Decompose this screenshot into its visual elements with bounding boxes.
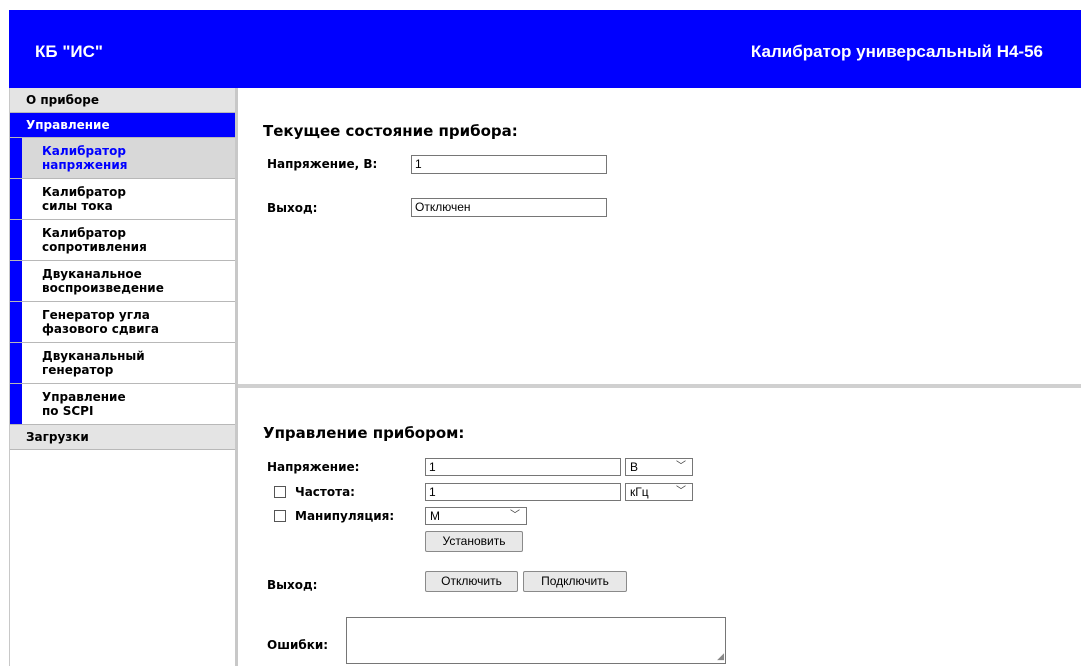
sidebar-item-resistance-calibrator[interactable]: Калибратор сопротивления	[10, 220, 235, 261]
sidebar-item-current-calibrator[interactable]: Калибратор силы тока	[10, 179, 235, 220]
chevron-down-icon: ﹀	[676, 461, 686, 472]
status-output-field: Отключен	[411, 198, 607, 217]
control-panel: Управление прибором: Напряжение: 1 В ﹀ Ча…	[241, 388, 1081, 666]
voltage-unit-select[interactable]: В ﹀	[625, 458, 693, 476]
modulation-value: М	[430, 509, 440, 523]
resize-handle-icon[interactable]: ◢	[717, 653, 724, 662]
frequency-label: Частота:	[295, 485, 355, 499]
modulation-label: Манипуляция:	[295, 509, 395, 523]
sidebar-item-dual-channel-generator[interactable]: Двуканальный генератор	[10, 343, 235, 384]
frequency-unit-select[interactable]: кГц ﹀	[625, 483, 693, 501]
set-button[interactable]: Установить	[425, 531, 523, 552]
control-title: Управление прибором:	[263, 424, 465, 442]
sidebar-item-scpi-control[interactable]: Управление по SCPI	[10, 384, 235, 425]
voltage-input[interactable]: 1	[425, 458, 621, 476]
status-title: Текущее состояние прибора:	[263, 122, 518, 140]
sidebar-item-label: Двуканальное воспроизведение	[42, 267, 164, 295]
sidebar-item-dual-channel-playback[interactable]: Двуканальное воспроизведение	[10, 261, 235, 302]
app-header: КБ "ИС" Калибратор универсальный Н4-56	[9, 10, 1081, 88]
frequency-unit-value: кГц	[630, 485, 649, 499]
chevron-down-icon: ﹀	[510, 510, 520, 521]
status-output-label: Выход:	[267, 201, 318, 215]
voltage-label: Напряжение:	[267, 460, 360, 474]
status-voltage-label: Напряжение, В:	[267, 157, 378, 171]
connect-button[interactable]: Подключить	[523, 571, 627, 592]
modulation-select[interactable]: М ﹀	[425, 507, 527, 525]
errors-label: Ошибки:	[267, 638, 329, 652]
sidebar-item-control[interactable]: Управление	[10, 113, 235, 138]
voltage-unit-value: В	[630, 460, 639, 474]
sidebar-item-label: Управление по SCPI	[42, 390, 126, 418]
sidebar-item-label: Калибратор силы тока	[42, 185, 126, 213]
output-label: Выход:	[267, 578, 318, 592]
frequency-checkbox[interactable]	[274, 486, 286, 498]
sidebar-item-label: Двуканальный генератор	[42, 349, 145, 377]
disconnect-button[interactable]: Отключить	[425, 571, 518, 592]
modulation-checkbox[interactable]	[274, 510, 286, 522]
chevron-down-icon: ﹀	[676, 486, 686, 497]
sidebar-item-about[interactable]: О приборе	[10, 88, 235, 113]
sidebar-item-voltage-calibrator[interactable]: Калибратор напряжения	[10, 138, 235, 179]
errors-textarea[interactable]: ◢	[346, 617, 726, 664]
sidebar-nav: О приборе Управление Калибратор напряжен…	[9, 88, 238, 666]
status-panel: Текущее состояние прибора: Напряжение, В…	[241, 88, 1081, 384]
device-title: Калибратор универсальный Н4-56	[750, 42, 1043, 61]
brand-logo-text: КБ "ИС"	[35, 42, 103, 61]
sidebar-item-label: Калибратор сопротивления	[42, 226, 147, 254]
frequency-input[interactable]: 1	[425, 483, 621, 501]
status-voltage-field: 1	[411, 155, 607, 174]
sidebar-item-downloads[interactable]: Загрузки	[10, 425, 235, 450]
sidebar-item-label: Калибратор напряжения	[42, 144, 128, 172]
sidebar-item-phase-shift-generator[interactable]: Генератор угла фазового сдвига	[10, 302, 235, 343]
sidebar-item-label: Генератор угла фазового сдвига	[42, 308, 159, 336]
